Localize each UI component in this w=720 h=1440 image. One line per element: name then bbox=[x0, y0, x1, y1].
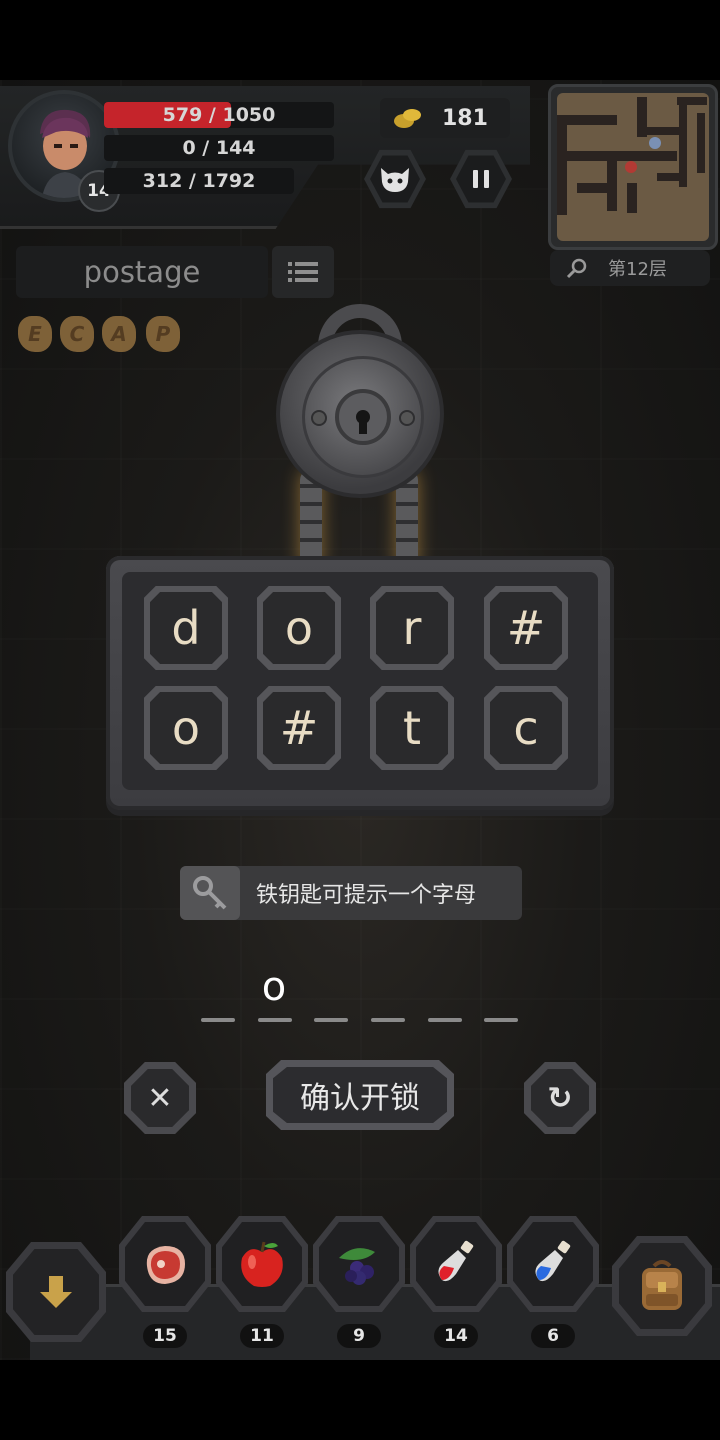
rune-letter: C bbox=[69, 322, 85, 346]
inventory-slot-apple[interactable] bbox=[216, 1216, 308, 1312]
apple-icon bbox=[241, 1241, 283, 1287]
floor-indicator[interactable]: 第12层 bbox=[550, 250, 710, 286]
shield-text: 0 / 144 bbox=[182, 137, 256, 159]
tile-letter: # bbox=[490, 592, 562, 664]
word-list-button[interactable] bbox=[272, 246, 334, 298]
shield-bar: 0 / 144 bbox=[104, 135, 334, 161]
inventory-slot-blue-potion[interactable] bbox=[507, 1216, 599, 1312]
hp-bar: 579 / 1050 bbox=[104, 102, 334, 128]
bottom-black-bar bbox=[0, 1360, 720, 1440]
target-word: postage bbox=[83, 255, 201, 289]
rune-stone: A bbox=[102, 316, 136, 352]
letter-tile[interactable]: # bbox=[484, 586, 568, 670]
blue-potion-icon bbox=[535, 1240, 571, 1282]
floor-label: 第12层 bbox=[608, 259, 667, 280]
minimap[interactable] bbox=[548, 84, 718, 250]
xp-text: 312 / 1792 bbox=[142, 170, 256, 192]
rune-stone: C bbox=[60, 316, 94, 352]
maze-map-icon bbox=[557, 97, 707, 215]
meat-icon bbox=[146, 1246, 185, 1284]
berries-icon bbox=[339, 1248, 375, 1285]
padlock-icon bbox=[276, 330, 444, 498]
cancel-button[interactable]: ✕ bbox=[124, 1062, 196, 1134]
list-icon bbox=[288, 262, 318, 282]
confirm-unlock-label: 确认开锁 bbox=[273, 1067, 447, 1123]
top-black-bar bbox=[0, 0, 720, 80]
answer-slot bbox=[258, 1018, 292, 1022]
rune-stone: E bbox=[18, 316, 52, 352]
tile-letter: o bbox=[263, 592, 335, 664]
item-count: 9 bbox=[337, 1324, 381, 1348]
answer-slot bbox=[371, 1018, 405, 1022]
keyhole-icon bbox=[356, 410, 370, 434]
hp-text: 579 / 1050 bbox=[162, 104, 276, 126]
hint-text: 铁钥匙可提示一个字母 bbox=[256, 883, 477, 908]
target-word-box: postage bbox=[16, 246, 268, 298]
answer-slot bbox=[201, 1018, 235, 1022]
letter-tile[interactable]: r bbox=[370, 586, 454, 670]
item-count: 14 bbox=[434, 1324, 478, 1348]
inventory-slot-berries[interactable] bbox=[313, 1216, 405, 1312]
letter-tile[interactable]: o bbox=[257, 586, 341, 670]
tile-letter: t bbox=[376, 692, 448, 764]
cat-face-icon bbox=[381, 168, 409, 192]
answer-slot bbox=[428, 1018, 462, 1022]
rune-letter: A bbox=[111, 322, 127, 346]
reset-button[interactable]: ↻ bbox=[524, 1062, 596, 1134]
gold-counter: 181 bbox=[380, 98, 510, 138]
pause-icon bbox=[473, 170, 489, 188]
refresh-icon: ↻ bbox=[531, 1069, 589, 1127]
rune-letter: E bbox=[28, 322, 42, 346]
gold-coins-icon bbox=[394, 109, 421, 128]
key-hint-bar[interactable]: 铁钥匙可提示一个字母 bbox=[180, 866, 522, 920]
letter-tile[interactable]: c bbox=[484, 686, 568, 770]
tile-letter: d bbox=[150, 592, 222, 664]
tile-letter: c bbox=[490, 692, 562, 764]
rune-stone: P bbox=[146, 316, 180, 352]
answer-slot bbox=[314, 1018, 348, 1022]
item-count: 6 bbox=[531, 1324, 575, 1348]
letter-tile[interactable]: t bbox=[370, 686, 454, 770]
red-potion-icon bbox=[438, 1240, 474, 1282]
answer-letter: o bbox=[261, 964, 287, 1010]
letter-tile[interactable]: # bbox=[257, 686, 341, 770]
inventory-slot-red-potion[interactable] bbox=[410, 1216, 502, 1312]
letter-tile[interactable]: o bbox=[144, 686, 228, 770]
descend-button[interactable] bbox=[6, 1242, 106, 1342]
letter-tile[interactable]: d bbox=[144, 586, 228, 670]
tile-letter: o bbox=[150, 692, 222, 764]
tile-letter: # bbox=[263, 692, 335, 764]
answer-slot bbox=[484, 1018, 518, 1022]
item-count: 11 bbox=[240, 1324, 284, 1348]
game-scene: 14 579 / 1050 0 / 144 312 / 1792 181 第12… bbox=[0, 80, 720, 1360]
backpack-button[interactable] bbox=[612, 1236, 712, 1336]
confirm-unlock-button[interactable]: 确认开锁 bbox=[266, 1060, 454, 1130]
down-arrow-icon bbox=[40, 1276, 72, 1308]
inventory-slot-meat[interactable] bbox=[119, 1216, 211, 1312]
backpack-icon bbox=[642, 1260, 682, 1310]
iron-key-icon bbox=[180, 866, 240, 920]
gold-amount: 181 bbox=[442, 105, 488, 131]
item-count: 15 bbox=[143, 1324, 187, 1348]
tile-letter: r bbox=[376, 592, 448, 664]
xp-bar: 312 / 1792 bbox=[104, 168, 294, 194]
magnifier-icon bbox=[566, 258, 587, 279]
rune-letter: P bbox=[155, 322, 171, 346]
close-icon: ✕ bbox=[131, 1069, 189, 1127]
